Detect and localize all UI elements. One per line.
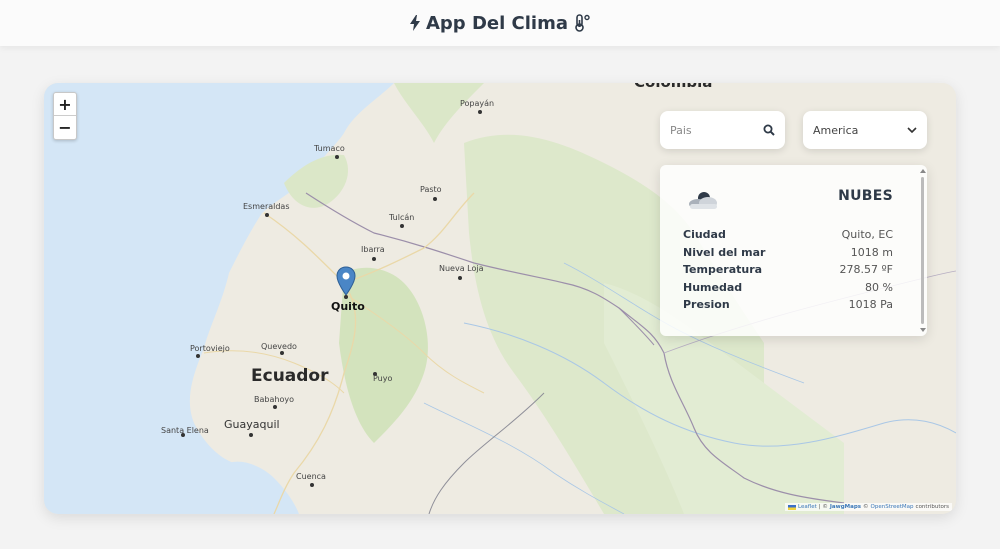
city-label-esmeraldas: Esmeraldas [243,202,290,211]
city-label-puyo: Puyo [373,374,393,383]
city-label-nueva-loja: Nueva Loja [439,264,484,273]
city-label-babahoyo: Babahoyo [254,395,294,404]
flag-icon [788,504,797,510]
city-dot [249,433,253,437]
cloud-icon [689,192,717,209]
attribution-jawg-link[interactable]: JawgMaps [830,504,861,510]
city-label-pasto: Pasto [420,185,442,194]
card-scrollbar[interactable] [920,169,926,332]
detail-row-sea-level: Nivel del mar 1018 m [683,246,893,264]
scroll-thumb[interactable] [921,177,924,324]
weather-details: Ciudad Quito, EC Nivel del mar 1018 m Te… [683,228,893,316]
city-label-santa-elena: Santa Elena [161,426,209,435]
detail-value: 1018 Pa [848,298,893,312]
weather-condition: NUBES [838,188,893,204]
city-dot [400,224,404,228]
attribution-contributors: contributors [915,504,949,510]
region-select-value: America [813,123,859,137]
scroll-up-icon[interactable] [920,169,926,173]
city-label-cuenca: Cuenca [296,472,326,481]
city-dot [433,197,437,201]
country-label-ecuador: Ecuador [251,366,329,386]
city-label-portoviejo: Portoviejo [190,344,230,353]
app-header: App Del Clima [0,0,1000,46]
app-title: App Del Clima [409,13,591,34]
search-icon[interactable] [763,124,775,136]
city-dot [196,354,200,358]
detail-label: Humedad [683,280,743,294]
city-label-quito: Quito [331,300,365,313]
city-dot [310,483,314,487]
detail-row-city: Ciudad Quito, EC [683,228,893,246]
zoom-out-button[interactable]: − [54,116,76,139]
city-label-tumaco: Tumaco [314,144,345,153]
country-label-colombia: Colombia [634,83,712,91]
scroll-down-icon[interactable] [920,328,926,332]
detail-label: Temperatura [683,263,763,277]
city-dot [458,276,462,280]
city-dot [335,155,339,159]
attribution-separator: © [863,504,869,510]
map-attribution: Leaflet | © JawgMaps © OpenStreetMap con… [785,503,952,511]
detail-value: Quito, EC [841,228,893,241]
zoom-in-button[interactable]: + [54,93,76,116]
city-dot [273,405,277,409]
city-label-ibarra: Ibarra [361,245,385,254]
country-search [660,111,785,149]
detail-value: 1018 m [850,245,893,259]
city-label-popayan: Popayán [460,99,495,108]
chevron-down-icon [907,127,917,133]
bolt-icon [409,15,420,31]
city-dot [372,257,376,261]
detail-label: Ciudad [683,228,726,241]
thermometer-icon [575,14,590,32]
attribution-osm-link[interactable]: OpenStreetMap [871,504,914,510]
attribution-leaflet-link[interactable]: Leaflet [798,504,817,510]
detail-row-pressure: Presion 1018 Pa [683,298,893,316]
city-label-guayaquil: Guayaquil [224,418,280,431]
city-label-tulcan: Tulcán [389,213,415,222]
city-label-quevedo: Quevedo [261,342,297,351]
detail-value: 80 % [865,280,893,294]
zoom-control: + − [53,92,77,140]
detail-row-humidity: Humedad 80 % [683,281,893,299]
app-title-text: App Del Clima [425,12,568,34]
detail-label: Presion [683,298,730,312]
region-select[interactable]: America [803,111,927,149]
detail-label: Nivel del mar [683,245,766,259]
city-dot [280,351,284,355]
detail-value: 278.57 ºF [839,263,894,277]
weather-map[interactable]: + − Colombia Ecuador Popayán Tumaco Past… [44,83,956,514]
weather-info-card: NUBES Ciudad Quito, EC Nivel del mar 101… [660,165,927,336]
attribution-separator: | © [818,504,828,510]
country-search-input[interactable] [670,123,756,137]
city-dot [344,295,348,299]
location-marker-icon[interactable] [336,266,356,296]
detail-row-temperature: Temperatura 278.57 ºF [683,263,893,281]
city-dot [265,213,269,217]
city-dot [478,110,482,114]
